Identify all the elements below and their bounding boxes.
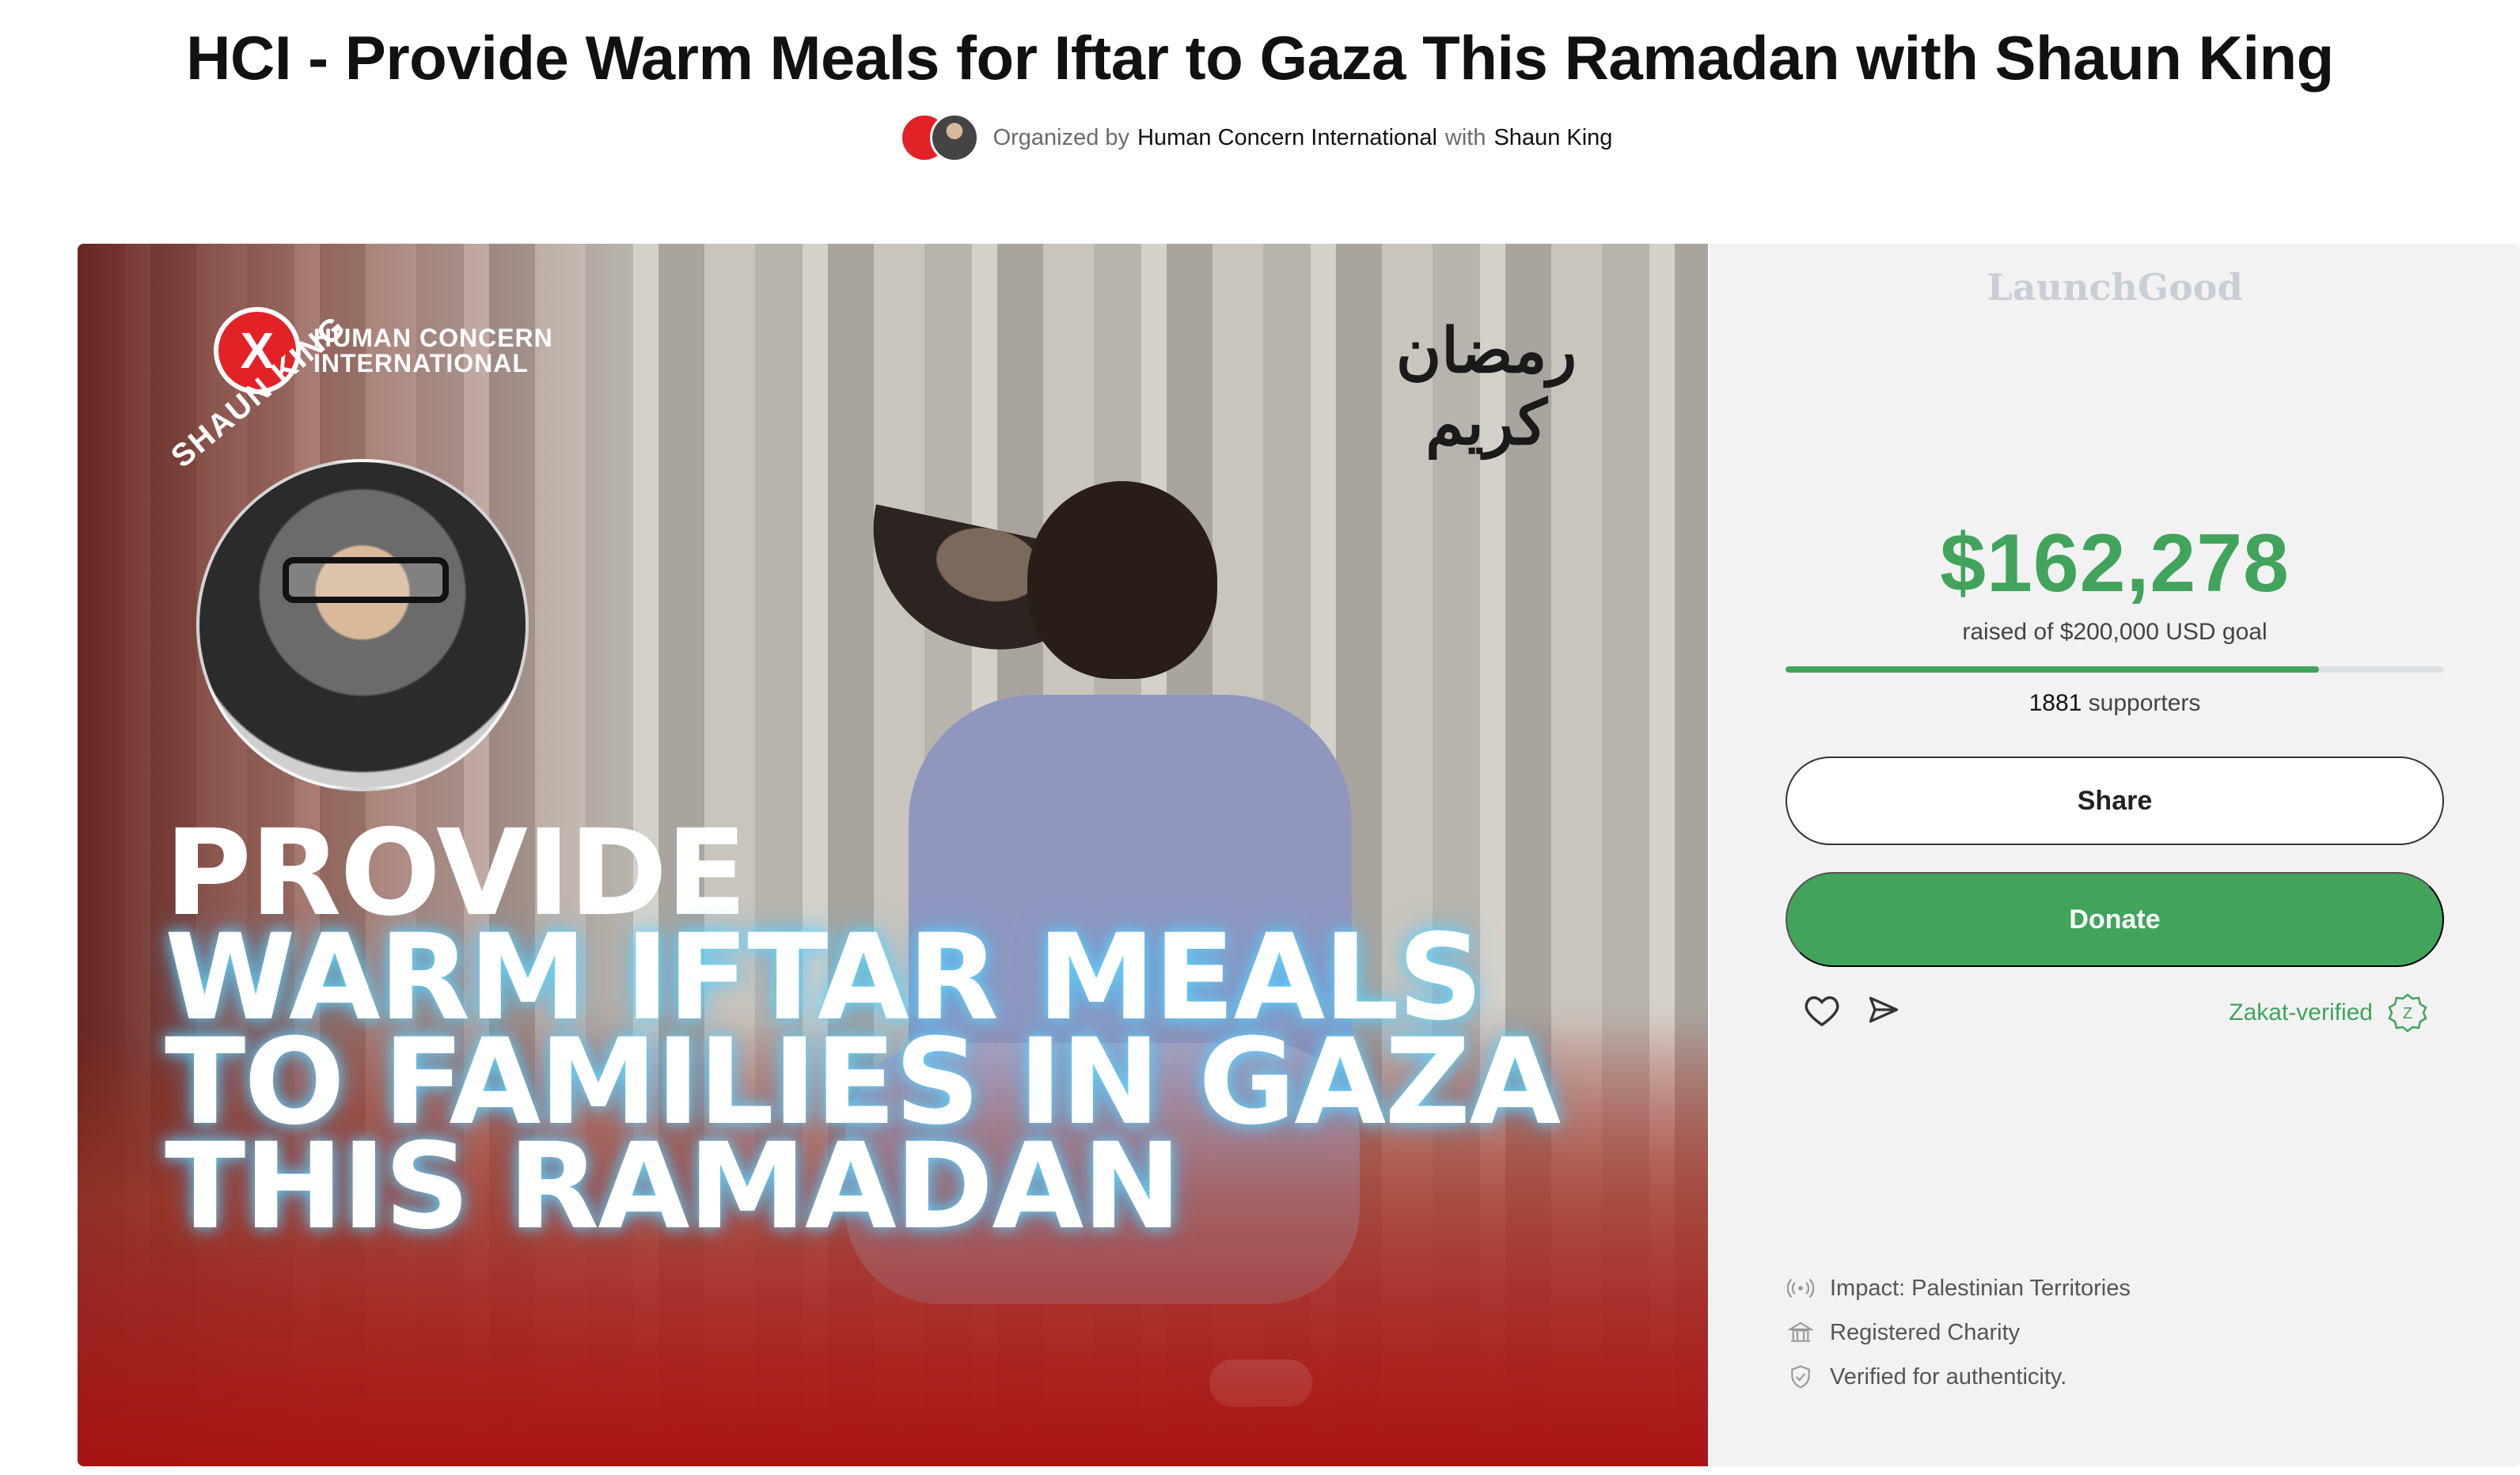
co-organizer-link[interactable]: Shaun King [1493, 125, 1612, 151]
supporters-number: 1881 [2029, 690, 2082, 716]
launchgood-logo: LaunchGood [1987, 266, 2243, 309]
fact-registered: Registered Charity [1786, 1310, 2131, 1355]
organized-by-label: Organized by [992, 124, 1130, 150]
child-head [1027, 481, 1217, 679]
broadcast-icon [1786, 1273, 1816, 1303]
zakat-verified[interactable]: Zakat-verified Z [2229, 992, 2428, 1033]
supporters-count: 1881 supporters [1710, 690, 2520, 717]
zakat-badge-letter: Z [2403, 1005, 2412, 1022]
progress-bar [1786, 666, 2444, 673]
campaign-facts: Impact: Palestinian Territories Register… [1786, 1266, 2131, 1399]
fact-verified-text: Verified for authenticity. [1830, 1363, 2067, 1390]
heart-icon[interactable] [1803, 991, 1841, 1029]
amount-raised: $162,278 [1940, 518, 2290, 609]
share-button[interactable]: Share [1786, 756, 2444, 845]
zakat-verified-label: Zakat-verified [2229, 999, 2373, 1026]
donate-button[interactable]: Donate [1786, 872, 2444, 967]
fact-impact-text: Impact: Palestinian Territories [1830, 1275, 2131, 1301]
campaign-page: HCI - Provide Warm Meals for Iftar to Ga… [0, 0, 2520, 1475]
organizer-avatars[interactable] [899, 113, 982, 162]
page-title: HCI - Provide Warm Meals for Iftar to Ga… [186, 23, 2334, 93]
shield-check-icon [1786, 1362, 1816, 1392]
goal-text: raised of $200,000 USD goal [1962, 619, 2268, 645]
fact-impact: Impact: Palestinian Territories [1786, 1266, 2131, 1310]
organizer-link[interactable]: Human Concern International [1137, 125, 1437, 151]
supporters-label: supporters [2088, 690, 2201, 716]
action-icons [1803, 991, 1903, 1029]
shaun-avatar [929, 113, 979, 162]
with-label: with [1444, 124, 1486, 150]
send-icon[interactable] [1865, 991, 1903, 1029]
bank-icon [1786, 1318, 1816, 1348]
progress-bar-fill [1786, 666, 2319, 673]
hero-headline: PROVIDE WARM IFTAR MEALS TO FAMILIES IN … [165, 814, 1561, 1246]
campaign-hero-image: X HUMAN CONCERN INTERNATIONAL رمضان كريم… [78, 244, 1708, 1466]
fact-registered-text: Registered Charity [1830, 1319, 2021, 1345]
organizer-line: Organized by Human Concern International… [0, 113, 2520, 162]
zakat-badge-icon: Z [2388, 993, 2427, 1033]
ramadan-kareem-calligraphy: رمضان كريم [1395, 315, 1577, 459]
fact-verified: Verified for authenticity. [1786, 1355, 2131, 1399]
donation-panel: LaunchGood $162,278 raised of $200,000 U… [1710, 244, 2520, 1466]
shaun-king-photo [196, 459, 529, 791]
glasses [283, 557, 449, 603]
